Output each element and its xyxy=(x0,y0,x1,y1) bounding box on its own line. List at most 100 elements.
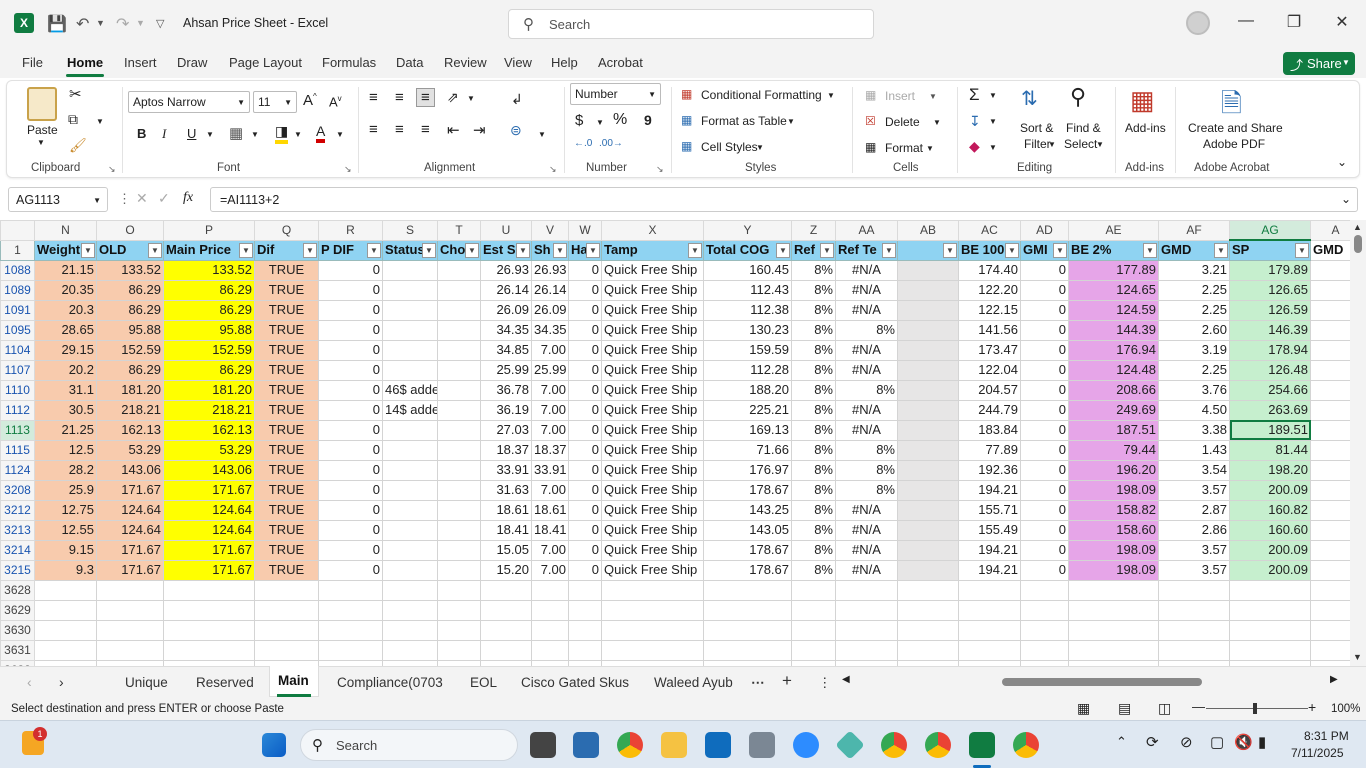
cell[interactable]: 86.29 xyxy=(163,359,255,381)
cell[interactable]: 0 xyxy=(568,439,602,461)
cell[interactable] xyxy=(1310,499,1350,521)
cell[interactable]: 0 xyxy=(568,499,602,521)
sheet-tab-cisco-gated-skus[interactable]: Cisco Gated Skus xyxy=(521,675,629,690)
row-header[interactable]: 1091 xyxy=(0,299,35,321)
column-header[interactable]: AF xyxy=(1158,220,1230,241)
account-avatar[interactable] xyxy=(1186,11,1210,35)
cell[interactable]: 169.13 xyxy=(703,419,792,441)
font-launcher-icon[interactable]: ↘ xyxy=(344,164,352,175)
cell[interactable]: 0 xyxy=(568,559,602,581)
cell[interactable]: 0 xyxy=(1020,559,1069,581)
column-title-cell[interactable]: Ref ▼ xyxy=(791,239,836,261)
cell[interactable]: 8% xyxy=(791,499,836,521)
cell[interactable]: 8% xyxy=(835,379,898,401)
create-share-label[interactable]: Create and Share xyxy=(1188,121,1283,135)
cell[interactable]: 8% xyxy=(835,459,898,481)
cell[interactable]: 12.75 xyxy=(34,499,97,521)
undo-icon[interactable]: ↶ xyxy=(76,14,89,34)
cell[interactable] xyxy=(1229,619,1311,641)
cell[interactable] xyxy=(1068,619,1159,641)
row-header[interactable]: 1124 xyxy=(0,459,35,481)
cell[interactable] xyxy=(437,259,481,281)
cell[interactable] xyxy=(601,579,704,601)
add-sheet-icon[interactable]: + xyxy=(782,671,792,691)
cell[interactable]: 1.43 xyxy=(1158,439,1230,461)
cell[interactable]: 8% xyxy=(791,439,836,461)
column-title-cell[interactable]: Weight ▼ xyxy=(34,239,97,261)
cell[interactable]: Quick Free Ship xyxy=(601,279,704,301)
copy-icon[interactable]: ⧉ xyxy=(68,111,78,128)
cell[interactable] xyxy=(1068,599,1159,621)
column-title-cell[interactable]: Ha ▼ xyxy=(568,239,602,261)
cell[interactable]: Quick Free Ship xyxy=(601,259,704,281)
cell[interactable]: 0 xyxy=(1020,519,1069,541)
cell[interactable] xyxy=(163,579,255,601)
column-title-cell[interactable]: BE 2% ▼ xyxy=(1068,239,1159,261)
filter-dropdown-icon[interactable]: ▼ xyxy=(882,242,896,258)
cell[interactable]: 46$ added xyxy=(382,379,438,401)
cell[interactable] xyxy=(1020,599,1069,621)
zoom-app-icon[interactable] xyxy=(793,732,819,758)
cell[interactable]: 194.21 xyxy=(958,479,1021,501)
clipboard-launcher-icon[interactable]: ↘ xyxy=(108,164,116,175)
sort-label[interactable]: Sort & xyxy=(1020,121,1053,135)
cell[interactable] xyxy=(1068,579,1159,601)
cell[interactable] xyxy=(318,599,383,621)
merge-center-icon[interactable]: ⊜ xyxy=(510,122,522,139)
cell[interactable] xyxy=(568,619,602,641)
cell[interactable] xyxy=(382,339,438,361)
column-title-cell[interactable]: Total COG ▼ xyxy=(703,239,792,261)
cell[interactable] xyxy=(897,539,959,561)
cell[interactable] xyxy=(34,599,97,621)
normal-view-icon[interactable]: ▦ xyxy=(1077,700,1090,717)
cell[interactable]: 162.13 xyxy=(96,419,164,441)
cell[interactable] xyxy=(382,579,438,601)
cell[interactable]: #N/A xyxy=(835,299,898,321)
filter-dropdown-icon[interactable]: ▼ xyxy=(516,242,530,258)
adobe-pdf-label[interactable]: Adobe PDF xyxy=(1203,137,1265,151)
tab-draw[interactable]: Draw xyxy=(177,55,207,70)
align-top-icon[interactable]: ≡ xyxy=(369,89,378,106)
alignment-launcher-icon[interactable]: ↘ xyxy=(549,164,557,175)
clear-dropdown-icon[interactable]: ▼ xyxy=(989,143,997,152)
bold-button[interactable]: B xyxy=(137,126,146,141)
cell[interactable]: 0 xyxy=(318,299,383,321)
cell[interactable] xyxy=(897,479,959,501)
column-header[interactable]: AB xyxy=(897,220,959,241)
align-bottom-icon[interactable]: ≡ xyxy=(416,88,435,107)
cell[interactable] xyxy=(1158,599,1230,621)
cell[interactable] xyxy=(1310,359,1350,381)
row-header[interactable]: 3208 xyxy=(0,479,35,501)
cell[interactable]: 178.94 xyxy=(1229,339,1311,361)
cell[interactable]: 0 xyxy=(318,379,383,401)
cell[interactable]: 218.21 xyxy=(96,399,164,421)
chrome-profile-icon[interactable] xyxy=(881,732,907,758)
cell[interactable]: 3.21 xyxy=(1158,259,1230,281)
cell[interactable]: 28.65 xyxy=(34,319,97,341)
row-header[interactable]: 1 xyxy=(0,239,35,261)
cell[interactable]: 176.97 xyxy=(703,459,792,481)
cell[interactable]: 174.40 xyxy=(958,259,1021,281)
column-header[interactable]: AD xyxy=(1020,220,1069,241)
cell[interactable]: 8% xyxy=(791,539,836,561)
cell-styles-dropdown-icon[interactable]: ▼ xyxy=(756,143,764,152)
cell[interactable]: 187.51 xyxy=(1068,419,1159,441)
cell[interactable] xyxy=(897,359,959,381)
cell[interactable] xyxy=(254,619,319,641)
horizontal-scrollbar[interactable]: ◀ ▶ xyxy=(842,674,1342,688)
cell[interactable] xyxy=(437,279,481,301)
cell[interactable]: 122.04 xyxy=(958,359,1021,381)
format-as-table-button[interactable]: Format as Table xyxy=(701,114,787,128)
decrease-decimal-icon[interactable]: .00→ xyxy=(599,138,623,149)
cell[interactable]: 8% xyxy=(791,359,836,381)
row-header[interactable]: 1112 xyxy=(0,399,35,421)
cell[interactable] xyxy=(437,559,481,581)
cell[interactable]: 159.59 xyxy=(703,339,792,361)
filter-dropdown-icon[interactable]: ▼ xyxy=(943,242,957,258)
tab-review[interactable]: Review xyxy=(444,55,487,70)
cell[interactable]: 198.09 xyxy=(1068,479,1159,501)
cell[interactable] xyxy=(1310,559,1350,581)
cell[interactable]: 3.57 xyxy=(1158,559,1230,581)
cell[interactable]: 126.59 xyxy=(1229,299,1311,321)
insert-cells-button[interactable]: Insert xyxy=(885,89,915,103)
